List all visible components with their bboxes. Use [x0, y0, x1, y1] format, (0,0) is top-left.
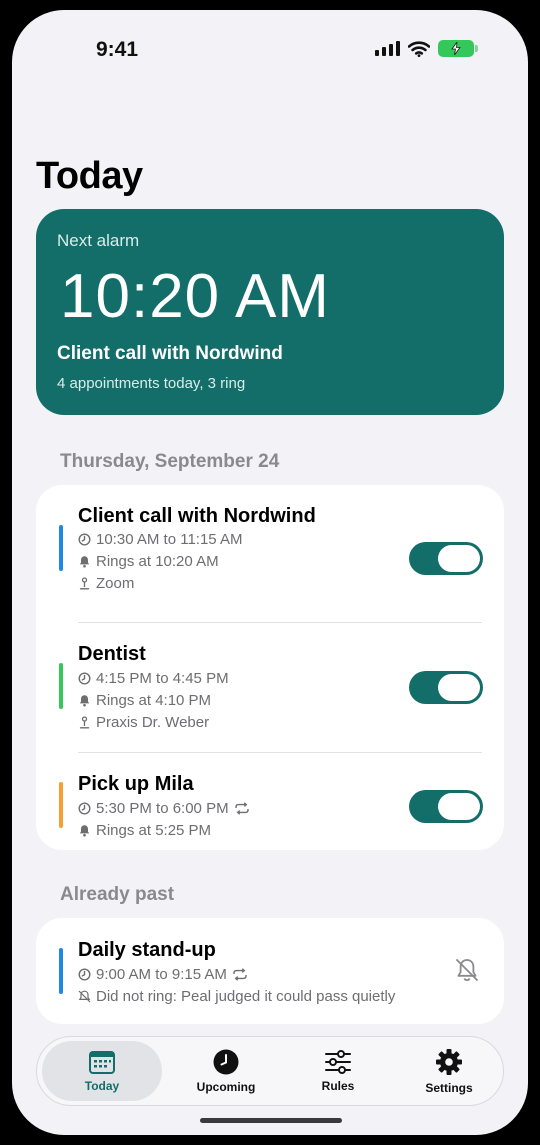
tab-label: Rules	[321, 1078, 355, 1093]
bell-icon	[79, 695, 90, 707]
status-time: 9:41	[96, 38, 139, 61]
appointment-time-text: 4:15 PM to 4:45 PM	[96, 670, 229, 687]
next-alarm-label: Next alarm	[57, 231, 140, 250]
section-past-heading: Already past	[60, 884, 175, 905]
accent-bar	[59, 948, 63, 994]
appointment-time-text: 5:30 PM to 6:00 PM	[96, 800, 229, 817]
bell-slash-icon	[456, 959, 478, 981]
appointment-location: Zoom	[78, 575, 134, 592]
location-pin-icon	[79, 577, 90, 590]
appointment-title: Daily stand-up	[78, 939, 216, 961]
appointment-time-text: 9:00 AM to 9:15 AM	[96, 966, 227, 983]
appointment-row[interactable]: Client call with Nordwind 10:30 AM to 11…	[36, 485, 504, 613]
section-date-heading: Thursday, September 24	[60, 451, 280, 472]
tab-label: Today	[84, 1078, 120, 1093]
appointment-title: Client call with Nordwind	[78, 505, 316, 527]
appointment-location-text: Praxis Dr. Weber	[96, 714, 210, 731]
appointment-note: Did not ring: Peal judged it could pass …	[78, 988, 395, 1005]
appointment-time: 9:00 AM to 9:15 AM	[78, 966, 248, 983]
appointment-ring: Rings at 4:10 PM	[78, 692, 211, 709]
clock-icon	[78, 533, 91, 546]
tab-rules[interactable]: Rules	[278, 1041, 398, 1101]
gear-icon	[436, 1048, 462, 1075]
page-title: Today	[36, 155, 143, 197]
appointment-row[interactable]: Daily stand-up 9:00 AM to 9:15 AM Did no…	[36, 918, 504, 1024]
accent-bar	[59, 525, 63, 571]
next-alarm-time: 10:20 AM	[60, 262, 330, 331]
appointment-time: 4:15 PM to 4:45 PM	[78, 670, 229, 687]
appointment-title: Pick up Mila	[78, 773, 194, 795]
sliders-icon	[325, 1049, 351, 1074]
tab-label: Settings	[425, 1080, 473, 1095]
clock-icon	[213, 1049, 239, 1074]
repeat-icon	[234, 802, 249, 815]
calendar-icon	[89, 1050, 115, 1074]
today-appointments-card: Client call with Nordwind 10:30 AM to 11…	[36, 485, 504, 850]
alarm-toggle[interactable]	[409, 542, 483, 575]
alarm-toggle[interactable]	[409, 671, 483, 704]
clock-icon	[78, 968, 91, 981]
app-screen: 9:41 Today Next alarm 10:20 AM Client ca…	[12, 10, 528, 1135]
battery-charging-icon	[438, 40, 478, 57]
appointment-ring-text: Rings at 10:20 AM	[96, 553, 219, 570]
accent-bar	[59, 663, 63, 709]
appointment-row[interactable]: Dentist 4:15 PM to 4:45 PM Rings at 4:10…	[36, 622, 504, 750]
appointment-ring-text: Rings at 4:10 PM	[96, 692, 212, 709]
home-indicator[interactable]	[200, 1118, 342, 1123]
appointment-row[interactable]: Pick up Mila 5:30 PM to 6:00 PM Rings at…	[36, 752, 504, 850]
tab-settings[interactable]: Settings	[389, 1041, 509, 1101]
appointment-title: Dentist	[78, 643, 146, 665]
clock-icon	[78, 672, 91, 685]
bell-slash-icon	[78, 990, 91, 1003]
wifi-icon	[408, 40, 430, 57]
appointment-time: 10:30 AM to 11:15 AM	[78, 531, 242, 548]
appointment-time-text: 10:30 AM to 11:15 AM	[96, 531, 243, 548]
tab-bar: Today Upcoming Rules Settings	[36, 1036, 504, 1106]
cellular-signal-icon	[375, 41, 400, 56]
clock-icon	[78, 802, 91, 815]
tab-today[interactable]: Today	[42, 1041, 162, 1101]
next-alarm-summary: 4 appointments today, 3 ring	[57, 375, 246, 392]
appointment-ring: Rings at 5:25 PM	[78, 822, 211, 839]
appointment-location-text: Zoom	[96, 575, 135, 592]
status-icons	[375, 40, 478, 57]
location-pin-icon	[79, 716, 90, 729]
tab-upcoming[interactable]: Upcoming	[166, 1041, 286, 1101]
next-alarm-card[interactable]: Next alarm 10:20 AM Client call with Nor…	[36, 209, 504, 415]
tab-label: Upcoming	[196, 1079, 256, 1094]
bell-icon	[79, 556, 90, 568]
repeat-icon	[233, 968, 247, 981]
appointment-ring-text: Rings at 5:25 PM	[96, 822, 212, 839]
appointment-time: 5:30 PM to 6:00 PM	[78, 800, 250, 817]
appointment-note-text: Did not ring: Peal judged it could pass …	[96, 988, 396, 1005]
next-alarm-title: Client call with Nordwind	[57, 343, 283, 364]
past-appointments-card: Daily stand-up 9:00 AM to 9:15 AM Did no…	[36, 918, 504, 1024]
accent-bar	[59, 782, 63, 828]
appointment-ring: Rings at 10:20 AM	[78, 553, 219, 570]
bell-icon	[79, 825, 90, 837]
alarm-toggle[interactable]	[409, 790, 483, 823]
appointment-location: Praxis Dr. Weber	[78, 714, 209, 731]
